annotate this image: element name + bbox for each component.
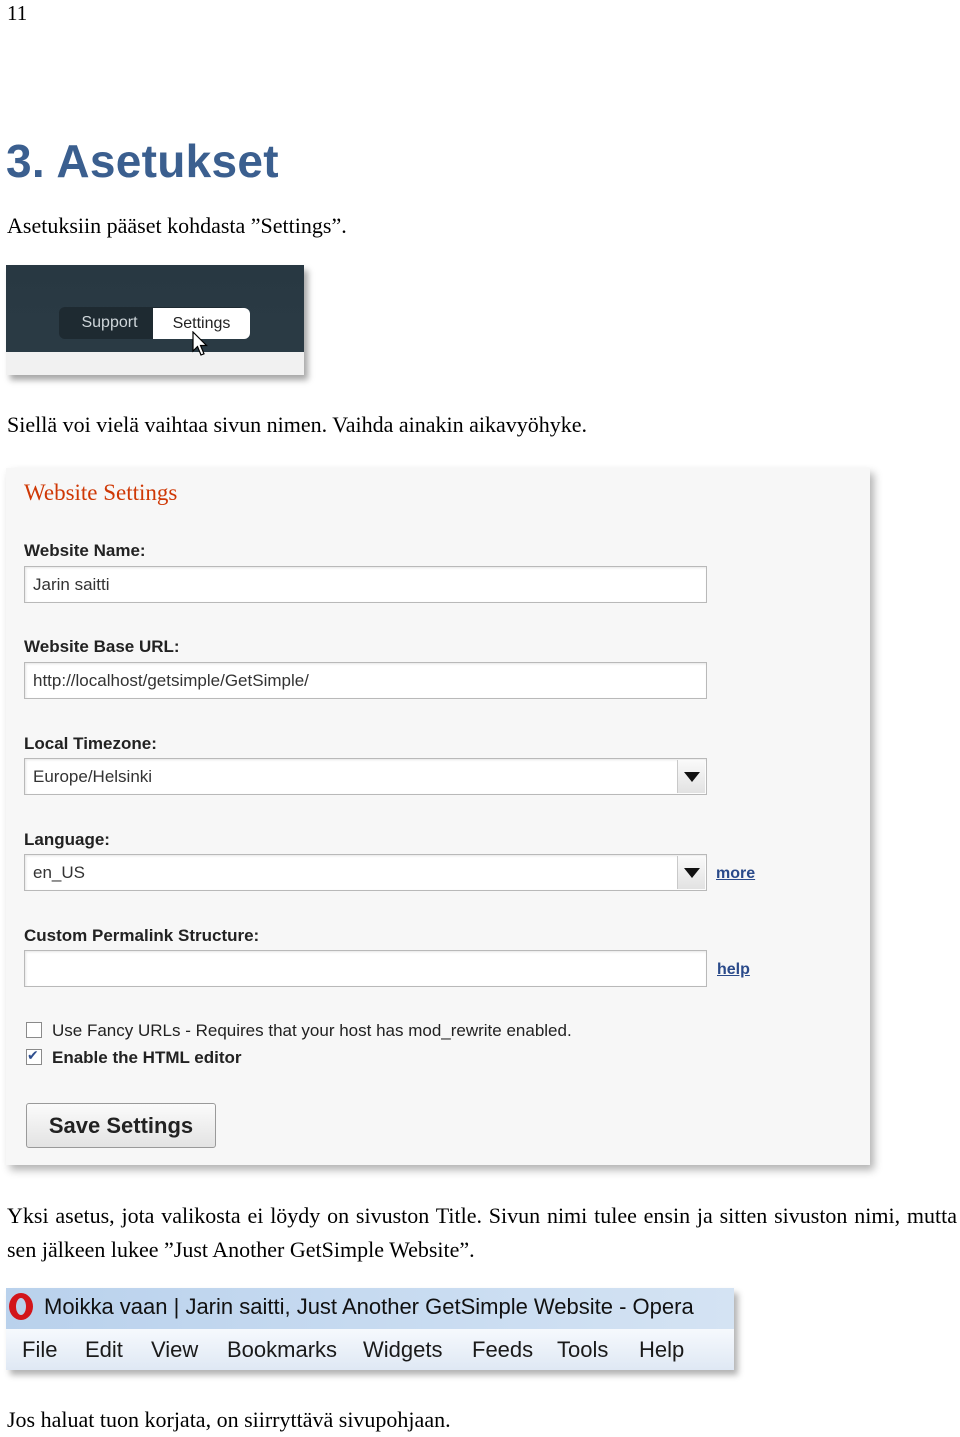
paragraph-template: Jos haluat tuon korjata, on siirryttävä … (7, 1407, 451, 1432)
fancy-urls-text: Use Fancy URLs - Requires that your host… (52, 1021, 572, 1040)
timezone-select[interactable]: Europe/Helsinki (24, 758, 707, 795)
nav-tabs-screenshot: Support Settings (6, 265, 304, 375)
settings-title: Website Settings (24, 480, 178, 505)
permalink-label: Custom Permalink Structure: (24, 926, 260, 945)
language-select[interactable]: en_US (24, 854, 707, 891)
paragraph-settings: Siellä voi vielä vaihtaa sivun nimen. Va… (7, 412, 588, 437)
language-value: en_US (33, 863, 85, 882)
menu-help[interactable]: Help (639, 1337, 684, 1363)
opera-logo-icon (9, 1293, 33, 1320)
window-title: Moikka vaan | Jarin saitti, Just Another… (44, 1294, 694, 1319)
language-label: Language: (24, 830, 110, 849)
chevron-down-icon[interactable] (677, 760, 705, 793)
menu-bookmarks[interactable]: Bookmarks (227, 1337, 337, 1363)
html-editor-label: Enable the HTML editor (52, 1048, 242, 1067)
permalink-field[interactable] (24, 950, 707, 987)
website-name-value: Jarin saitti (33, 575, 110, 594)
paragraph-intro: Asetuksiin pääset kohdasta ”Settings”. (7, 213, 347, 238)
tab-support[interactable]: Support (66, 307, 153, 339)
base-url-field[interactable]: http://localhost/getsimple/GetSimple/ (24, 662, 707, 699)
website-name-label: Website Name: (24, 541, 146, 560)
timezone-label: Local Timezone: (24, 734, 157, 753)
menu-tools[interactable]: Tools (557, 1337, 608, 1363)
permalink-help-link[interactable]: help (717, 961, 750, 979)
timezone-value: Europe/Helsinki (33, 767, 153, 786)
save-settings-button[interactable]: Save Settings (26, 1103, 216, 1148)
menu-widgets[interactable]: Widgets (363, 1337, 442, 1363)
opera-window-screenshot: Moikka vaan | Jarin saitti, Just Another… (6, 1288, 734, 1370)
website-name-field[interactable]: Jarin saitti (24, 566, 707, 603)
menu-bar: File Edit View Bookmarks Widgets Feeds T… (6, 1329, 734, 1370)
window-titlebar: Moikka vaan | Jarin saitti, Just Another… (6, 1288, 734, 1329)
paragraph-title-explanation: Yksi asetus, jota valikosta ei löydy on … (7, 1203, 957, 1262)
mouse-cursor-icon (192, 331, 208, 356)
section-heading: 3. Asetukset (6, 135, 279, 187)
fancy-urls-checkbox[interactable] (26, 1022, 42, 1038)
page-number: 11 (7, 1, 28, 25)
language-more-link[interactable]: more (716, 865, 755, 883)
website-settings-screenshot: Website Settings Website Name: Jarin sai… (6, 468, 870, 1165)
base-url-label: Website Base URL: (24, 637, 180, 656)
fancy-urls-label: Use Fancy URLs - Requires that your host… (52, 1021, 572, 1041)
html-editor-checkbox[interactable] (26, 1047, 42, 1065)
menu-view[interactable]: View (151, 1337, 198, 1363)
menu-feeds[interactable]: Feeds (472, 1337, 533, 1363)
menu-edit[interactable]: Edit (85, 1337, 123, 1363)
chevron-down-icon[interactable] (677, 856, 705, 889)
menu-file[interactable]: File (22, 1337, 57, 1363)
screenshot-bottom-strip (6, 352, 304, 375)
base-url-value: http://localhost/getsimple/GetSimple/ (33, 671, 309, 690)
